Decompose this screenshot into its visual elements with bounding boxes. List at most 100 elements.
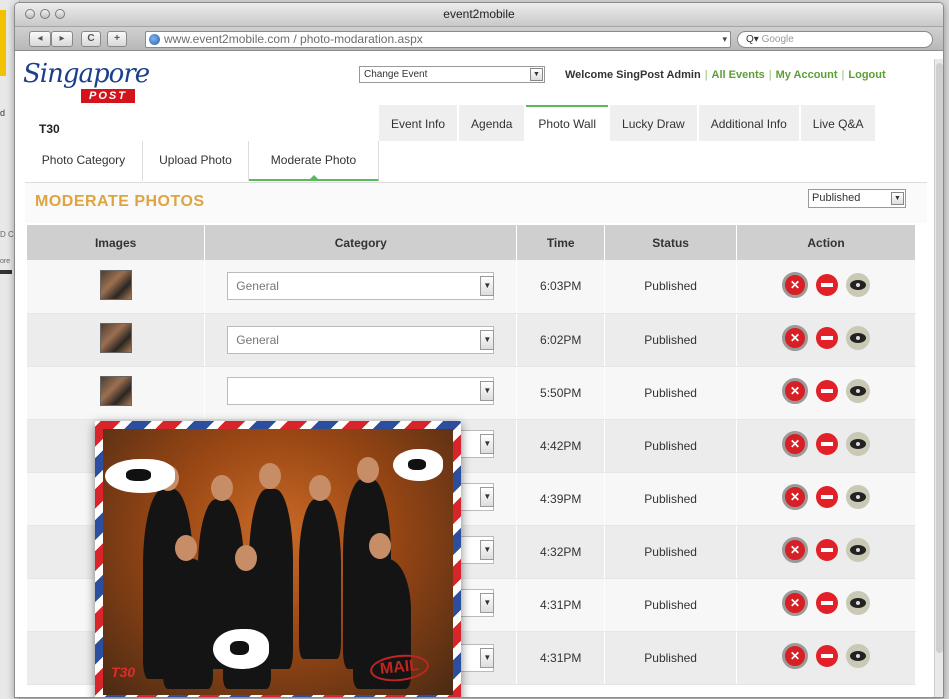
subtab-upload-photo[interactable]: Upload Photo	[143, 141, 249, 181]
photo-face	[235, 545, 257, 571]
subtab-photo-category[interactable]: Photo Category	[25, 141, 143, 181]
photo-thumbnail[interactable]	[99, 376, 132, 406]
page-scrollbar[interactable]	[934, 59, 943, 697]
add-bookmark-button[interactable]: +	[107, 31, 127, 47]
minimize-window-button[interactable]	[40, 9, 50, 19]
image-cell	[27, 260, 206, 314]
unpublish-icon[interactable]	[816, 380, 839, 402]
status-filter-select[interactable]: Published ▼	[808, 189, 906, 208]
photo-preview-popup[interactable]: T30 MAIL	[95, 421, 461, 697]
delete-icon[interactable]	[782, 537, 809, 563]
unpublish-icon[interactable]	[816, 645, 839, 667]
background-text: ore	[0, 258, 11, 265]
view-eye-icon[interactable]	[846, 485, 871, 509]
photo-cow-plush	[105, 459, 175, 493]
time-cell: 6:02PM	[516, 313, 606, 367]
search-input[interactable]: Q▾ Google	[737, 31, 933, 48]
url-dropdown-icon[interactable]: ▾	[722, 32, 727, 47]
row-actions	[782, 378, 871, 404]
background-text: D C	[0, 230, 14, 239]
photo-face	[211, 475, 233, 501]
photo-thumbnail[interactable]	[99, 269, 132, 300]
category-select[interactable]: ▼	[227, 377, 495, 405]
unpublish-icon[interactable]	[816, 592, 839, 614]
unpublish-icon[interactable]	[816, 433, 839, 455]
category-select[interactable]: General ▼	[227, 325, 495, 354]
unpublish-icon[interactable]	[816, 486, 839, 508]
all-events-link[interactable]: All Events	[712, 69, 765, 81]
delete-icon[interactable]	[782, 325, 809, 351]
column-header-time: Time	[516, 225, 606, 260]
action-cell	[736, 260, 916, 314]
category-value: General	[236, 279, 279, 294]
t30-logo: T30	[111, 657, 135, 683]
reload-button[interactable]: C	[81, 31, 101, 47]
view-eye-icon[interactable]	[846, 326, 871, 350]
status-cell: Published	[604, 419, 738, 473]
delete-icon[interactable]	[782, 378, 809, 404]
time-cell: 6:03PM	[516, 260, 606, 314]
status-cell: Published	[604, 260, 738, 314]
zoom-window-button[interactable]	[55, 9, 65, 19]
unpublish-icon[interactable]	[816, 273, 839, 296]
view-eye-icon[interactable]	[846, 538, 871, 562]
unpublish-icon[interactable]	[816, 539, 839, 561]
view-eye-icon[interactable]	[846, 379, 871, 403]
view-eye-icon[interactable]	[846, 591, 871, 615]
tab-live-qa[interactable]: Live Q&A	[800, 105, 876, 141]
subtab-moderate-photo[interactable]: Moderate Photo	[249, 141, 379, 181]
photo-face	[369, 533, 391, 559]
nav-separator: |	[704, 69, 708, 81]
tab-agenda[interactable]: Agenda	[459, 105, 525, 141]
status-filter-value: Published	[812, 192, 861, 204]
singapore-post-logo[interactable]: Singapore POST	[23, 59, 153, 107]
browser-toolbar: ◂ ▸ C + www.event2mobile.com / photo-mod…	[15, 27, 943, 51]
photo-face	[357, 457, 379, 483]
change-event-select[interactable]: Change Event ▼	[359, 66, 545, 83]
my-account-link[interactable]: My Account	[776, 69, 838, 81]
time-cell: 4:31PM	[516, 578, 606, 632]
status-cell: Published	[604, 313, 738, 367]
photo-person	[299, 499, 341, 659]
close-window-button[interactable]	[25, 9, 35, 19]
column-header-category: Category	[204, 225, 518, 260]
action-cell	[736, 366, 916, 420]
page-content: Singapore POST Change Event ▼ Welcome Si…	[15, 53, 943, 697]
tab-photo-wall[interactable]: Photo Wall	[526, 105, 609, 141]
chevron-down-icon: ▼	[480, 647, 495, 668]
scrollbar-thumb[interactable]	[936, 63, 943, 653]
delete-icon[interactable]	[782, 484, 809, 510]
chevron-down-icon: ▼	[891, 192, 904, 205]
chevron-down-icon: ▼	[480, 329, 495, 350]
photo-thumbnail[interactable]	[99, 323, 132, 353]
view-eye-icon[interactable]	[846, 432, 871, 456]
category-select[interactable]: General ▼	[227, 272, 495, 301]
table-row: General ▼ 6:03PM Published	[27, 260, 916, 314]
delete-icon[interactable]	[782, 431, 809, 457]
back-button[interactable]: ◂	[29, 31, 51, 47]
browser-window: event2mobile ◂ ▸ C + www.event2mobile.co…	[14, 2, 944, 698]
view-eye-icon[interactable]	[846, 272, 871, 297]
tab-event-info[interactable]: Event Info	[379, 105, 458, 141]
forward-button[interactable]: ▸	[51, 31, 73, 47]
background-divider	[0, 270, 12, 274]
column-header-status: Status	[604, 225, 738, 260]
tab-additional-info[interactable]: Additional Info	[698, 105, 799, 141]
delete-icon[interactable]	[782, 643, 809, 669]
time-cell: 4:32PM	[516, 525, 606, 579]
delete-icon[interactable]	[782, 590, 809, 616]
chevron-down-icon: ▼	[480, 434, 495, 454]
photo-preview-image: T30 MAIL	[103, 429, 453, 695]
time-cell: 4:42PM	[516, 419, 606, 473]
delete-icon[interactable]	[782, 271, 809, 298]
row-actions	[782, 325, 871, 351]
tab-lucky-draw[interactable]: Lucky Draw	[610, 105, 697, 141]
logout-link[interactable]: Logout	[848, 69, 885, 81]
photo-face	[259, 463, 281, 489]
unpublish-icon[interactable]	[816, 327, 839, 349]
background-text: d	[0, 108, 6, 118]
view-eye-icon[interactable]	[846, 644, 871, 668]
category-cell: General ▼	[204, 260, 518, 314]
row-actions	[782, 590, 871, 616]
url-input[interactable]: www.event2mobile.com / photo-modaration.…	[145, 31, 731, 48]
